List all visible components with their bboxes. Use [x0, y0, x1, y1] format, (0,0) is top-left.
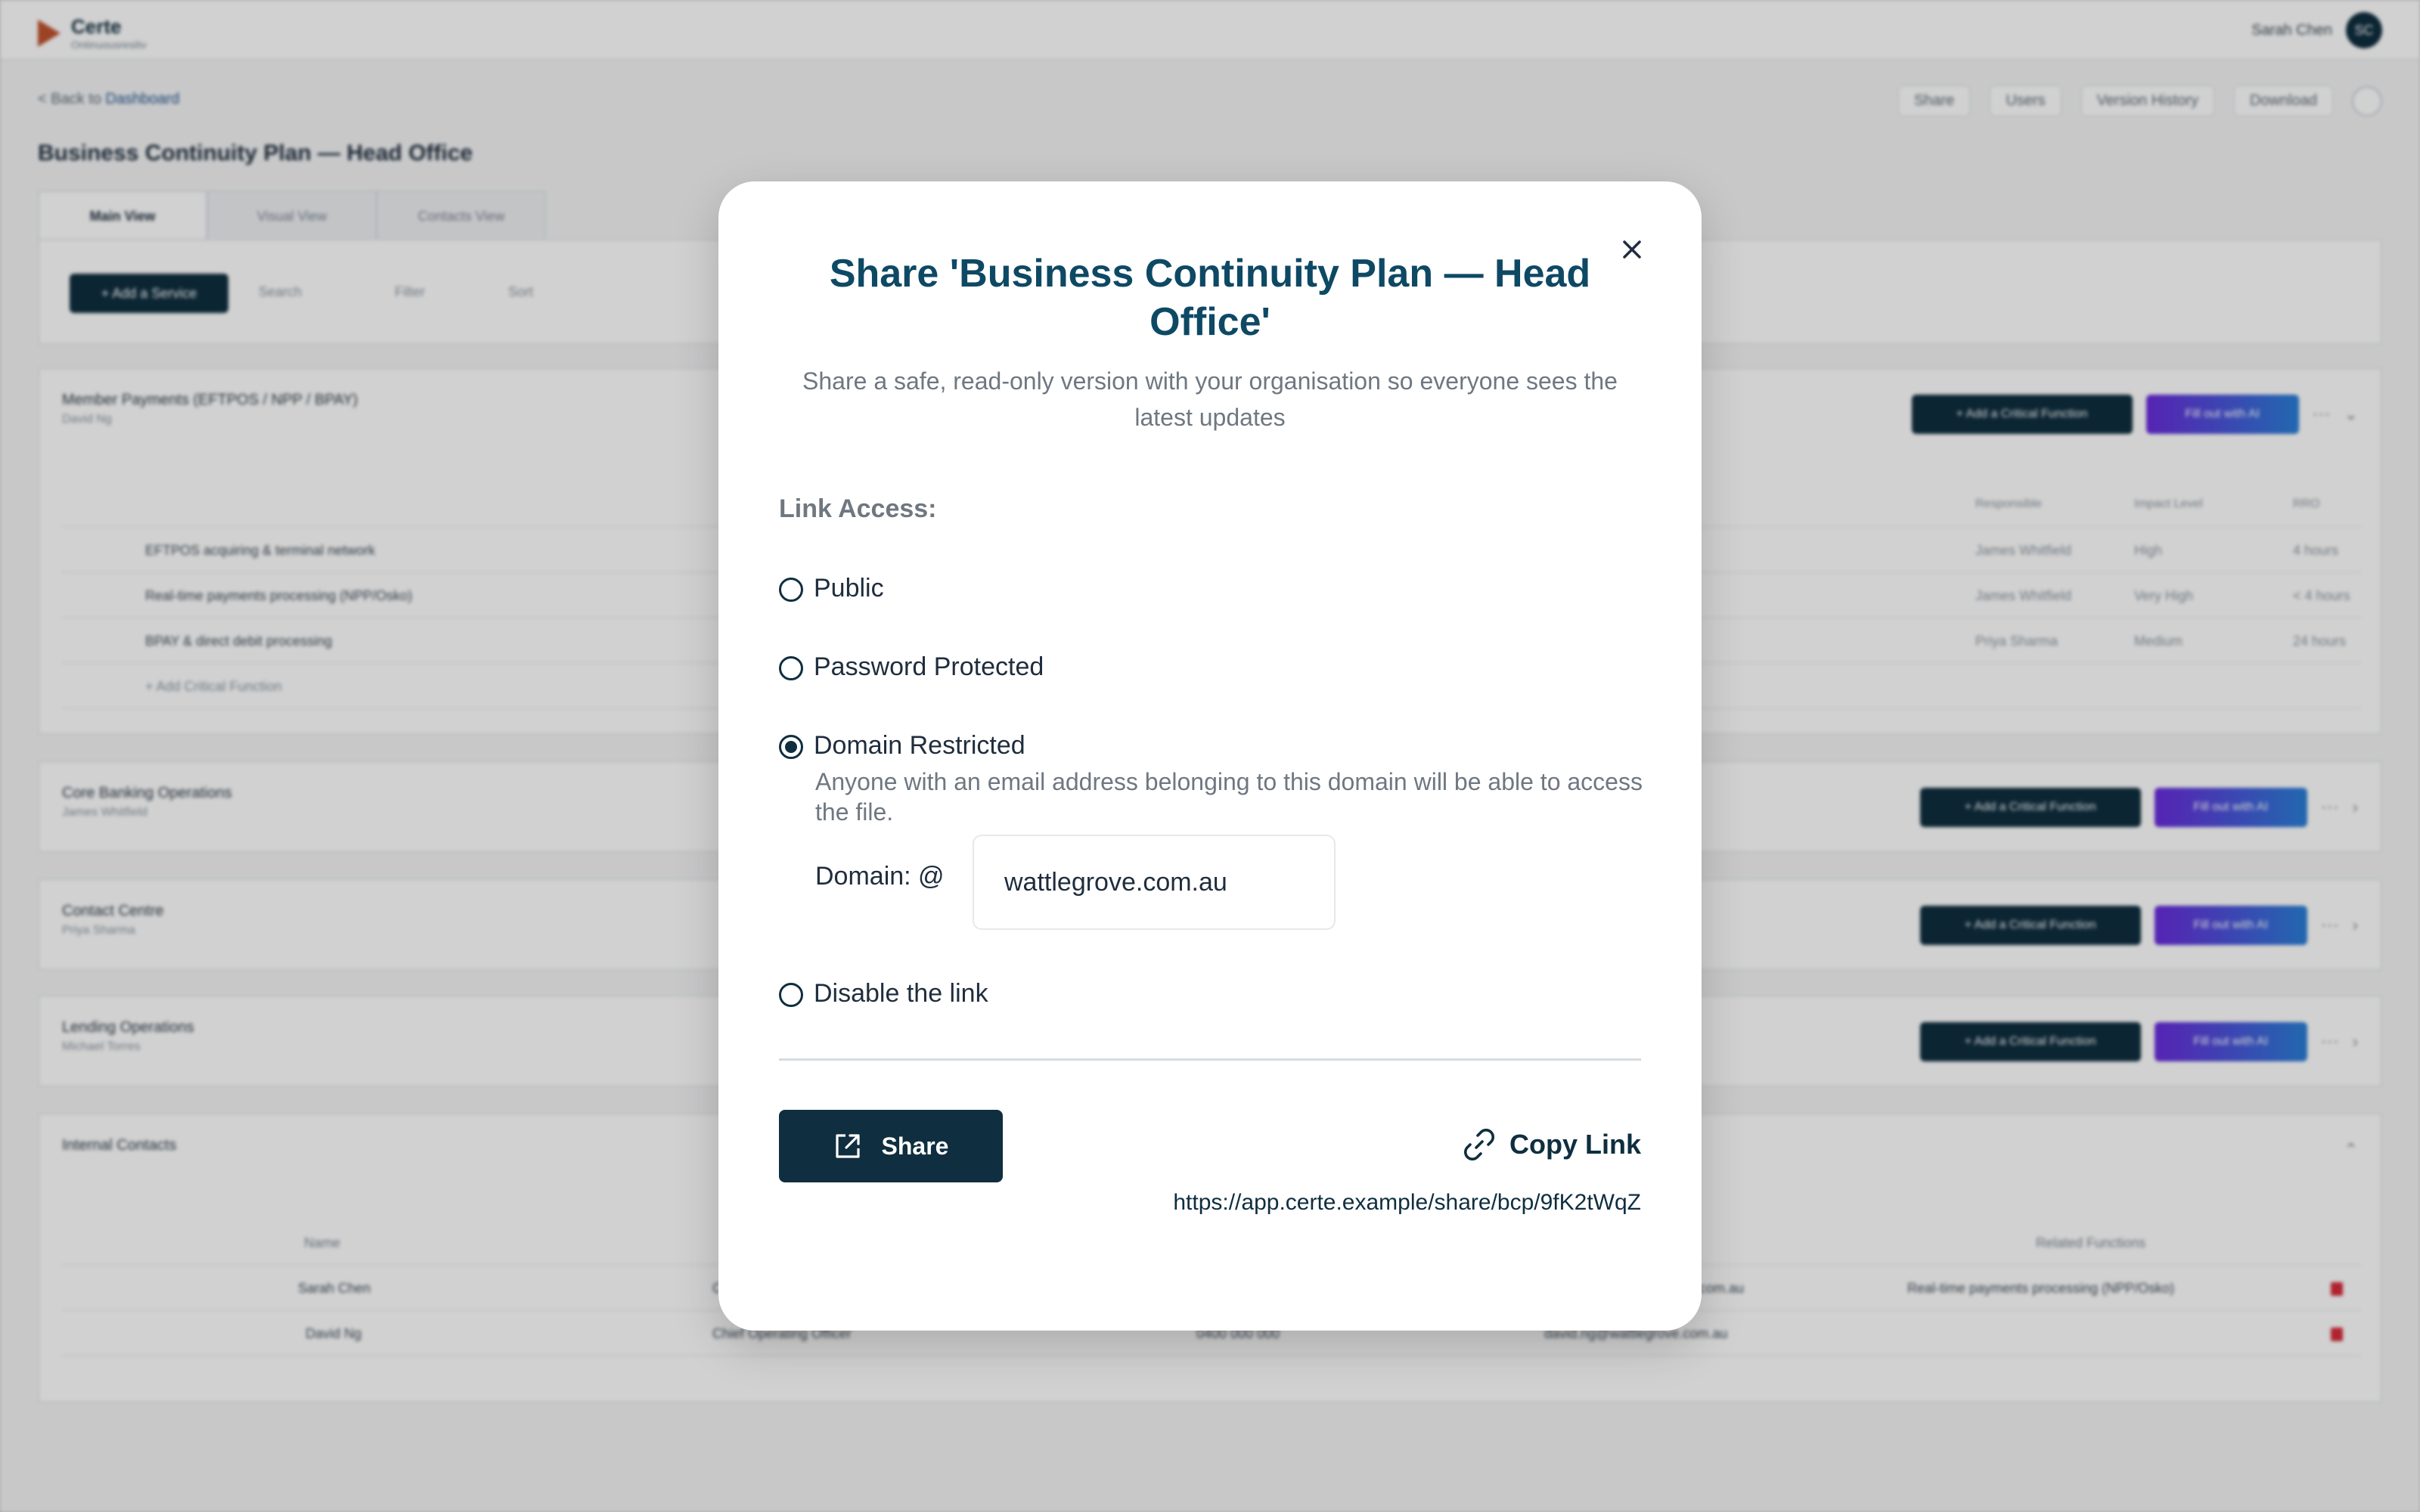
domain-input[interactable] [973, 835, 1336, 930]
share-button[interactable]: Share [779, 1110, 1003, 1182]
option-domain-restricted[interactable]: Domain Restricted [779, 727, 1025, 764]
external-share-icon [835, 1134, 860, 1158]
close-button[interactable] [1614, 231, 1650, 268]
copy-link-button[interactable]: Copy Link [1461, 1126, 1641, 1163]
dialog-subtitle: Share a safe, read-only version with you… [802, 367, 1618, 431]
radio-public[interactable] [779, 578, 803, 602]
dialog-title: Share 'Business Continuity Plan — Head O… [829, 252, 1591, 344]
copy-link-label: Copy Link [1509, 1129, 1641, 1160]
domain-description: Anyone with an email address belonging t… [815, 768, 1643, 826]
link-access-label: Link Access: [779, 494, 937, 523]
link-icon [1463, 1129, 1494, 1160]
share-dialog: Share 'Business Continuity Plan — Head O… [718, 181, 1702, 1331]
radio-domain-restricted[interactable] [779, 735, 803, 759]
option-password-label: Password Protected [814, 652, 1044, 681]
option-public[interactable]: Public [779, 570, 884, 606]
share-button-label: Share [881, 1132, 949, 1160]
option-password-protected[interactable]: Password Protected [779, 649, 1044, 685]
domain-label: Domain: @ [815, 862, 945, 891]
close-icon [1623, 240, 1641, 259]
radio-password-protected[interactable] [779, 656, 803, 680]
divider [779, 1058, 1641, 1061]
option-disable-link[interactable]: Disable the link [779, 975, 988, 1012]
option-domain-label: Domain Restricted [814, 731, 1025, 760]
radio-disable-link[interactable] [779, 983, 803, 1007]
option-disable-label: Disable the link [814, 979, 988, 1008]
share-url[interactable]: https://app.certe.example/share/bcp/9fK2… [1173, 1190, 1641, 1216]
option-public-label: Public [814, 574, 884, 603]
